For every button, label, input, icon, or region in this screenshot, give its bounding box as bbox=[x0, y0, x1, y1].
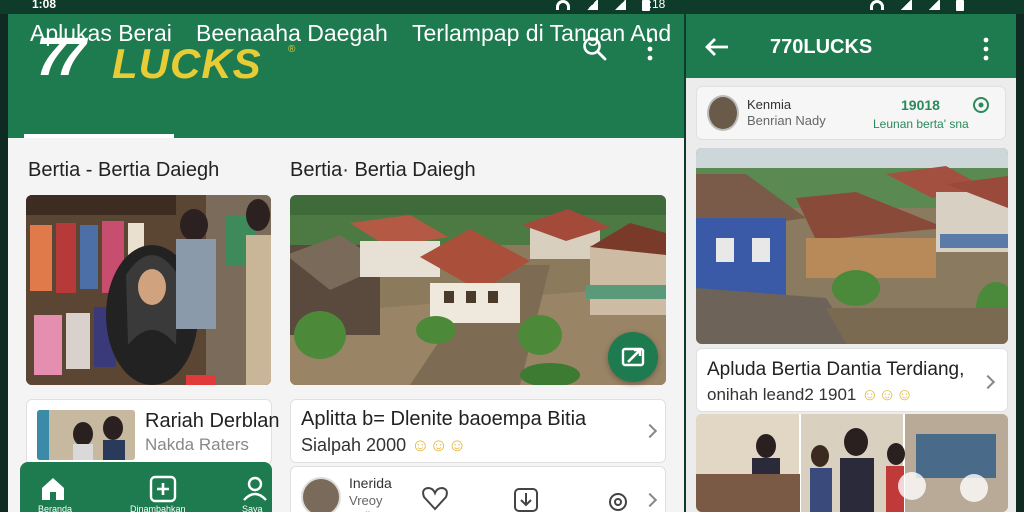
tab-beenaaha-daegah[interactable]: Beenaaha Daegah bbox=[196, 14, 388, 58]
status-bar: 1:08 1:18 bbox=[0, 0, 1024, 14]
list-item-subtitle-3: Vreoy bbox=[349, 493, 383, 508]
chevron-right-icon-3 bbox=[642, 492, 658, 508]
status-icons bbox=[556, 0, 650, 11]
author-card[interactable]: Kenmia Benrian Nady 19018 Leunan berta' … bbox=[696, 86, 1006, 140]
status-icons-right bbox=[870, 0, 964, 11]
list-item-title-3: Inerida bbox=[349, 475, 392, 491]
signal-icon-right bbox=[900, 0, 912, 10]
home-screen: 77 LUCKS ® Aplukas Berai Beenaaha Daegah… bbox=[8, 14, 684, 512]
market-photo[interactable] bbox=[26, 195, 271, 385]
status-time-right: 1:18 bbox=[642, 0, 666, 11]
article-card[interactable]: Apluda Bertia Dantia Terdiang, onihah le… bbox=[696, 348, 1008, 412]
section-title-1: Bertia - Bertia Daiegh bbox=[28, 159, 220, 181]
battery-icon-right bbox=[956, 0, 964, 11]
section-title-2: Bertia· Bertia Daiegh bbox=[290, 159, 476, 181]
heart-icon[interactable] bbox=[421, 485, 449, 511]
village-photo[interactable] bbox=[696, 148, 1008, 344]
article-emoji: ☺☺☺ bbox=[861, 385, 914, 404]
signal-icon-2 bbox=[614, 0, 626, 10]
status-time: 1:08 bbox=[32, 0, 57, 11]
bottom-nav: Beranda Dinambahkan Saya bbox=[20, 462, 272, 512]
tab-aplukas-berai[interactable]: Aplukas Berai bbox=[30, 14, 174, 58]
back-arrow-icon[interactable] bbox=[704, 36, 730, 58]
list-thumbnail bbox=[37, 410, 135, 460]
wifi-icon bbox=[556, 0, 570, 10]
list-item-3[interactable]: Inerida Vreoy teviip bbox=[290, 466, 666, 512]
settings-icon-right[interactable] bbox=[971, 95, 991, 115]
user-icon[interactable] bbox=[240, 474, 270, 504]
avatar bbox=[301, 477, 341, 512]
add-icon[interactable] bbox=[148, 474, 178, 504]
chevron-right-icon bbox=[642, 423, 658, 439]
people-photo-strip[interactable] bbox=[696, 414, 1008, 512]
emoji-rating: ☺☺☺ bbox=[411, 435, 467, 455]
author-avatar bbox=[707, 95, 739, 131]
settings-icon[interactable] bbox=[605, 489, 631, 512]
download-icon[interactable] bbox=[513, 487, 539, 512]
wifi-icon-right bbox=[870, 0, 884, 10]
signal-icon bbox=[586, 0, 598, 10]
stats-value: 19018 bbox=[901, 97, 940, 113]
share-icon bbox=[621, 347, 645, 367]
list-item-2[interactable]: Aplitta b= Dlenite baoempa Bitia Sialpah… bbox=[290, 399, 666, 463]
tab-indicator bbox=[24, 134, 174, 138]
detail-screen: 770LUCKS Kenmia Benrian Nady 19018 Leuna… bbox=[684, 14, 1016, 512]
list-item-subtitle: Nakda Raters bbox=[145, 435, 249, 454]
author-name: Kenmia bbox=[747, 97, 792, 112]
detail-title: 770LUCKS bbox=[770, 36, 873, 58]
share-fab[interactable] bbox=[608, 332, 658, 382]
detail-app-bar: 770LUCKS bbox=[686, 14, 1016, 78]
signal-icon-right-2 bbox=[928, 0, 940, 10]
list-item-title-2: Aplitta b= Dlenite baoempa Bitia bbox=[301, 408, 587, 430]
stats-label: Leunan berta' sna bbox=[873, 117, 969, 131]
tab-terlampap[interactable]: Terlampap di Tangan And bbox=[412, 14, 671, 58]
list-item-title: Rariah Derblan bbox=[145, 410, 280, 432]
list-item-subtitle-2: Sialpah 2000 ☺☺☺ bbox=[301, 435, 467, 455]
article-subtitle: onihah leand2 1901 ☺☺☺ bbox=[707, 385, 914, 404]
chevron-right-icon-right bbox=[980, 374, 996, 390]
author-subtitle: Benrian Nady bbox=[747, 113, 826, 128]
more-menu-icon-right[interactable] bbox=[980, 36, 992, 62]
nav-label-added[interactable]: Dinambahkan bbox=[130, 504, 186, 512]
app-bar: 77 LUCKS ® Aplukas Berai Beenaaha Daegah… bbox=[8, 14, 684, 138]
nav-label-home[interactable]: Beranda bbox=[38, 504, 72, 512]
list-item[interactable]: Rariah Derblan Nakda Raters bbox=[26, 399, 280, 465]
home-icon[interactable] bbox=[38, 474, 68, 504]
nav-label-profile[interactable]: Saya bbox=[242, 504, 263, 512]
article-title: Apluda Bertia Dantia Terdiang, bbox=[707, 359, 965, 380]
